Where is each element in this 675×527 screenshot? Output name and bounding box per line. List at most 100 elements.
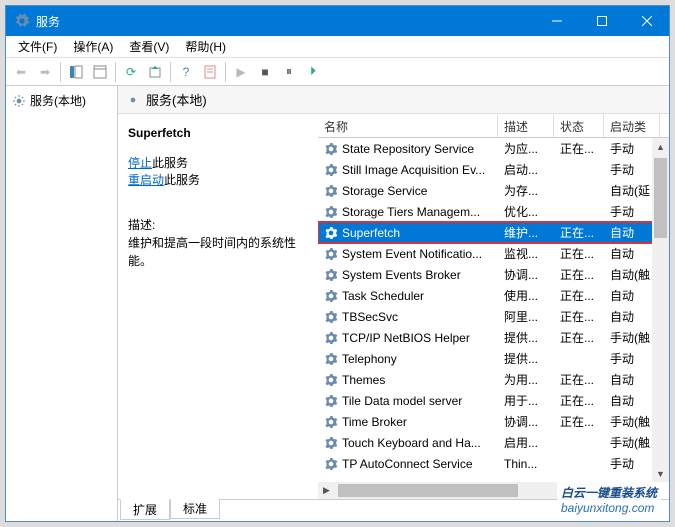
description-block: 描述: 维护和提高一段时间内的系统性能。	[128, 216, 308, 270]
cell-desc: 协调...	[498, 266, 554, 283]
watermark: 白云一键重装系统 baiyunxitong.com	[557, 482, 661, 517]
service-row[interactable]: TP AutoConnect ServiceThin...手动	[318, 453, 669, 474]
stop-suffix: 此服务	[152, 156, 188, 170]
cell-name: Telephony	[318, 352, 498, 366]
gear-icon	[324, 142, 338, 156]
gear-icon	[12, 94, 26, 108]
stop-service-button[interactable]: ■	[254, 61, 276, 83]
service-row[interactable]: Telephony提供...手动	[318, 348, 669, 369]
scroll-down-button[interactable]: ▼	[652, 465, 669, 482]
service-row[interactable]: Touch Keyboard and Ha...启用...手动(触	[318, 432, 669, 453]
service-row[interactable]: Storage Tiers Managem...优化...手动	[318, 201, 669, 222]
service-name: System Event Notificatio...	[342, 247, 482, 261]
service-row[interactable]: TBSecSvc阿里...正在...自动	[318, 306, 669, 327]
cell-desc: 启动...	[498, 161, 554, 178]
cell-desc: 协调...	[498, 413, 554, 430]
refresh-button[interactable]: ⟳	[120, 61, 142, 83]
start-service-button[interactable]: ▶	[230, 61, 252, 83]
service-name: Superfetch	[342, 226, 400, 240]
gear-icon	[324, 226, 338, 240]
minimize-button[interactable]	[534, 6, 579, 36]
cell-desc: 用于...	[498, 392, 554, 409]
show-hide-button[interactable]	[65, 61, 87, 83]
gear-icon	[324, 268, 338, 282]
service-list[interactable]: State Repository Service为应...正在...手动Stil…	[318, 138, 669, 474]
cell-name: Time Broker	[318, 415, 498, 429]
service-row[interactable]: System Event Notificatio...监视...正在...自动	[318, 243, 669, 264]
restart-link-row: 重启动此服务	[128, 171, 308, 188]
service-row[interactable]: Task Scheduler使用...正在...自动	[318, 285, 669, 306]
selected-service-name: Superfetch	[128, 126, 308, 140]
forward-button[interactable]: ➡	[34, 61, 56, 83]
left-tree-pane[interactable]: 服务(本地)	[6, 86, 118, 521]
col-state[interactable]: 状态	[554, 114, 604, 137]
cell-state: 正在...	[554, 371, 604, 388]
col-desc[interactable]: 描述	[498, 114, 554, 137]
cell-desc: 使用...	[498, 287, 554, 304]
service-row[interactable]: System Events Broker协调...正在...自动(触	[318, 264, 669, 285]
toolbar: ⬅ ➡ ⟳ ? ▶ ■ ⏸ ⏵	[6, 58, 669, 86]
right-pane-header: 服务(本地)	[118, 86, 669, 114]
close-button[interactable]	[624, 6, 669, 36]
menu-help[interactable]: 帮助(H)	[177, 36, 234, 57]
scrollbar-vertical[interactable]: ▲ ▼	[652, 138, 669, 482]
stop-link[interactable]: 停止	[128, 156, 152, 170]
cell-state: 正在...	[554, 245, 604, 262]
right-pane-title: 服务(本地)	[146, 90, 207, 109]
back-button[interactable]: ⬅	[10, 61, 32, 83]
service-name: Tile Data model server	[342, 394, 462, 408]
restart-suffix: 此服务	[164, 173, 200, 187]
col-name[interactable]: 名称	[318, 114, 498, 137]
tree-root-services[interactable]: 服务(本地)	[8, 90, 115, 111]
titlebar[interactable]: 服务	[6, 6, 669, 36]
service-row[interactable]: Storage Service为存...自动(延	[318, 180, 669, 201]
service-name: TP AutoConnect Service	[342, 457, 473, 471]
service-row[interactable]: Still Image Acquisition Ev...启动...手动	[318, 159, 669, 180]
service-row[interactable]: Themes为用...正在...自动	[318, 369, 669, 390]
right-body: Superfetch 停止此服务 重启动此服务 描述: 维护和提高一段时间内的系…	[118, 114, 669, 499]
gear-icon	[324, 352, 338, 366]
service-name: Telephony	[342, 352, 397, 366]
menu-action[interactable]: 操作(A)	[65, 36, 121, 57]
cell-desc: 为应...	[498, 140, 554, 157]
service-list-wrap: 名称 描述 状态 启动类 State Repository Service为应.…	[318, 114, 669, 499]
service-row[interactable]: TCP/IP NetBIOS Helper提供...正在...手动(触	[318, 327, 669, 348]
pause-service-button[interactable]: ⏸	[278, 61, 300, 83]
service-name: System Events Broker	[342, 268, 461, 282]
scroll-thumb-h[interactable]	[338, 484, 518, 497]
cell-name: State Repository Service	[318, 142, 498, 156]
service-row[interactable]: State Repository Service为应...正在...手动	[318, 138, 669, 159]
service-row[interactable]: Tile Data model server用于...正在...自动	[318, 390, 669, 411]
scroll-up-button[interactable]: ▲	[652, 138, 669, 155]
properties-button[interactable]	[89, 61, 111, 83]
menu-file[interactable]: 文件(F)	[10, 36, 65, 57]
cell-state: 正在...	[554, 329, 604, 346]
scroll-right-button[interactable]: ▶	[318, 482, 335, 499]
gear-icon	[126, 93, 140, 107]
tab-standard[interactable]: 标准	[170, 499, 220, 519]
desc-text: 维护和提高一段时间内的系统性能。	[128, 234, 308, 270]
gear-icon	[324, 247, 338, 261]
service-row[interactable]: Superfetch维护...正在...自动	[318, 222, 669, 243]
stop-link-row: 停止此服务	[128, 154, 308, 171]
menu-view[interactable]: 查看(V)	[121, 36, 177, 57]
cell-state: 正在...	[554, 413, 604, 430]
cell-name: Storage Service	[318, 184, 498, 198]
help-button[interactable]: ?	[175, 61, 197, 83]
export-button[interactable]	[144, 61, 166, 83]
window-title: 服务	[36, 13, 534, 30]
cell-name: Superfetch	[318, 226, 498, 240]
props-button[interactable]	[199, 61, 221, 83]
service-row[interactable]: Time Broker协调...正在...手动(触	[318, 411, 669, 432]
maximize-button[interactable]	[579, 6, 624, 36]
cell-desc: 阿里...	[498, 308, 554, 325]
restart-link[interactable]: 重启动	[128, 173, 164, 187]
tab-extended[interactable]: 扩展	[120, 499, 170, 520]
cell-name: Themes	[318, 373, 498, 387]
restart-service-button[interactable]: ⏵	[302, 61, 324, 83]
gear-icon	[324, 163, 338, 177]
gear-icon	[324, 310, 338, 324]
col-start[interactable]: 启动类	[604, 114, 660, 137]
cell-name: System Event Notificatio...	[318, 247, 498, 261]
scroll-thumb-v[interactable]	[654, 158, 667, 238]
